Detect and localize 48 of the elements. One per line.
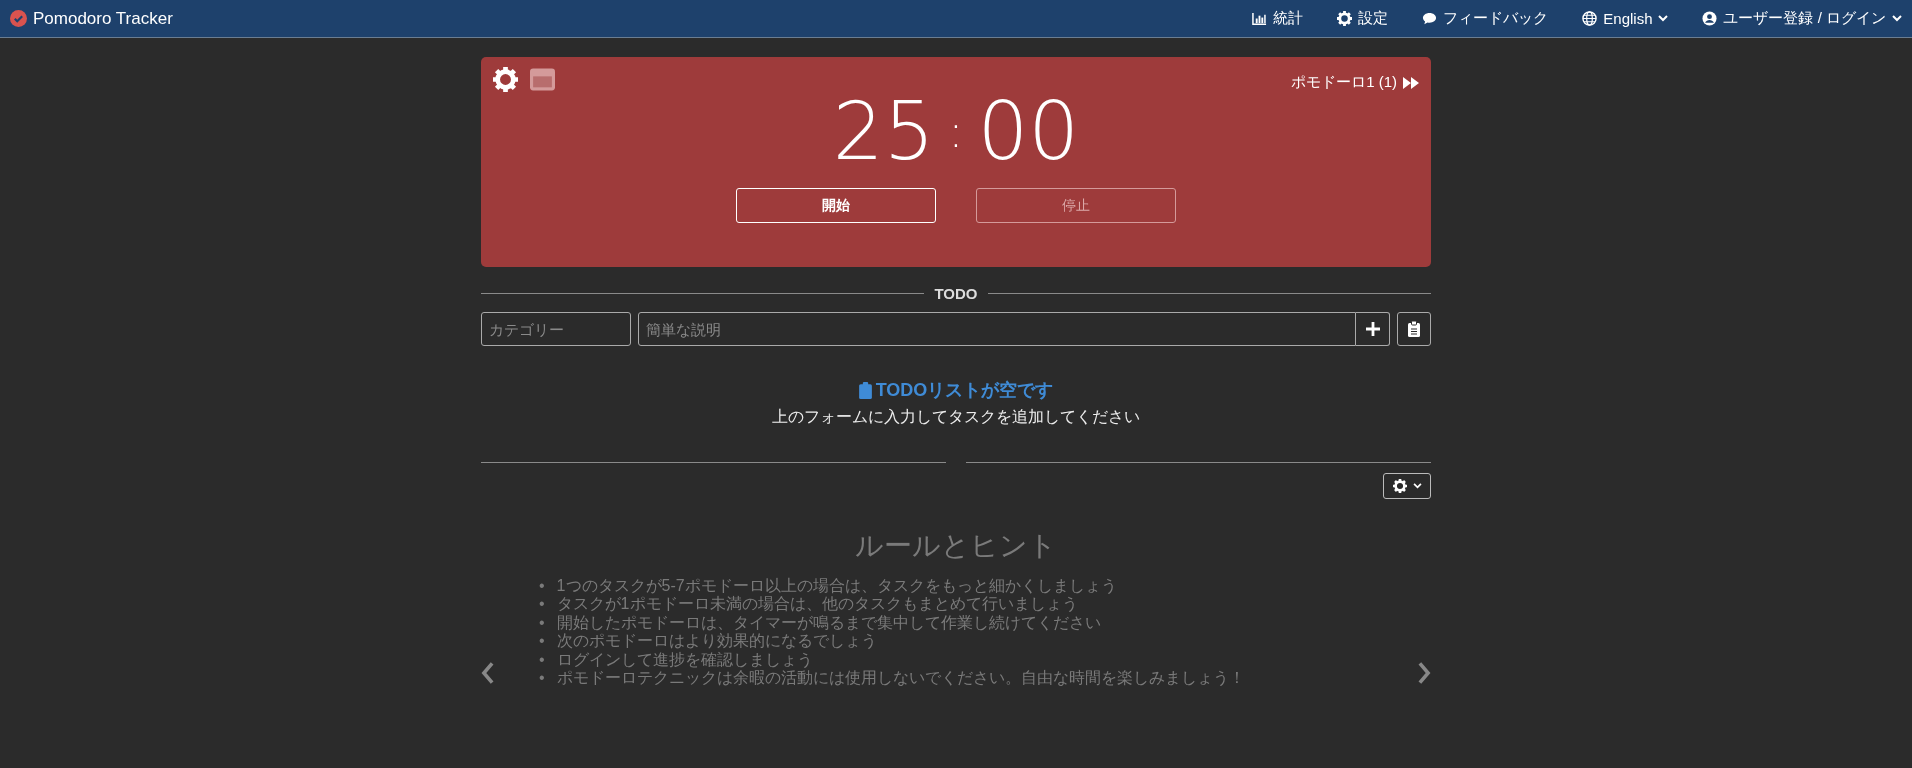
globe-icon	[1582, 11, 1598, 26]
todo-heading: TODO	[934, 285, 978, 302]
tip-item: ログインして進捗を確認しましょう	[556, 649, 813, 670]
clipboard-icon	[858, 381, 872, 399]
speech-bubble-icon	[1422, 11, 1438, 26]
nav-link[interactable]: 設定	[1337, 9, 1389, 28]
bullet: •	[539, 575, 545, 596]
description-field[interactable]: 簡単な説明	[638, 312, 1356, 346]
settings-icon	[1392, 478, 1407, 493]
bullet: •	[539, 612, 545, 633]
empty-list-title: TODOリストが空です	[875, 379, 1054, 402]
settings-icon	[1337, 11, 1353, 26]
chevron-down-icon	[1412, 482, 1422, 489]
bullet: •	[539, 631, 545, 651]
plus-icon	[1365, 322, 1380, 336]
tip-item: 次のポモドーロはより効果的になるでしょう	[556, 631, 877, 651]
timer-minutes: 25	[832, 92, 935, 172]
timer-separator: :	[948, 110, 964, 154]
bar-chart-icon	[1252, 11, 1268, 26]
chevron-right-icon[interactable]	[1417, 661, 1431, 684]
settings-icon[interactable]	[493, 67, 518, 92]
user-circle-icon	[1702, 11, 1718, 26]
check-circle-icon	[10, 10, 27, 27]
options-dropdown[interactable]	[1383, 472, 1431, 499]
tip-item: 開始したポモドーロは、タイマーが鳴るまで集中して作業し続けてください	[556, 612, 1101, 633]
chevron-left-icon[interactable]	[481, 661, 495, 684]
clipboard-button[interactable]	[1397, 312, 1431, 346]
bullet: •	[539, 668, 545, 688]
tip-item: ポモドーロテクニックは余暇の活動には使用しないでください。自由な時間を楽しみましょう！	[556, 668, 1245, 688]
tip-item: タスクが1ポモドーロ未満の場合は、他のタスクもまとめて行いましょう	[556, 594, 1078, 614]
brand-link[interactable]: Pomodoro Tracker	[10, 8, 173, 29]
session-link[interactable]: ポモドーロ1 (1)	[1291, 67, 1419, 92]
timer-seconds: 00	[977, 92, 1080, 172]
tips-title: ルールとヒント	[854, 528, 1058, 563]
nav-link[interactable]: ユーザー登録 / ログイン	[1702, 9, 1902, 28]
nav-link[interactable]: フィードバック	[1422, 9, 1549, 28]
tip-item: 1つのタスクが5-7ポモドーロ以上の場合は、タスクをもっと細かくしましょう	[556, 575, 1117, 596]
window-icon[interactable]	[530, 67, 555, 92]
fast-forward-icon	[1403, 76, 1419, 89]
category-field[interactable]: カテゴリー	[481, 312, 631, 346]
clipboard-icon	[1408, 321, 1420, 337]
add-button[interactable]	[1356, 312, 1390, 346]
start-button[interactable]: 開始	[736, 188, 936, 223]
bullet: •	[539, 649, 545, 670]
nav-link[interactable]: 統計	[1252, 9, 1304, 28]
bullet: •	[539, 594, 545, 614]
nav-link[interactable]: English	[1582, 10, 1669, 27]
empty-list-hint: 上のフォームに入力してタスクを追加してください	[771, 406, 1141, 427]
